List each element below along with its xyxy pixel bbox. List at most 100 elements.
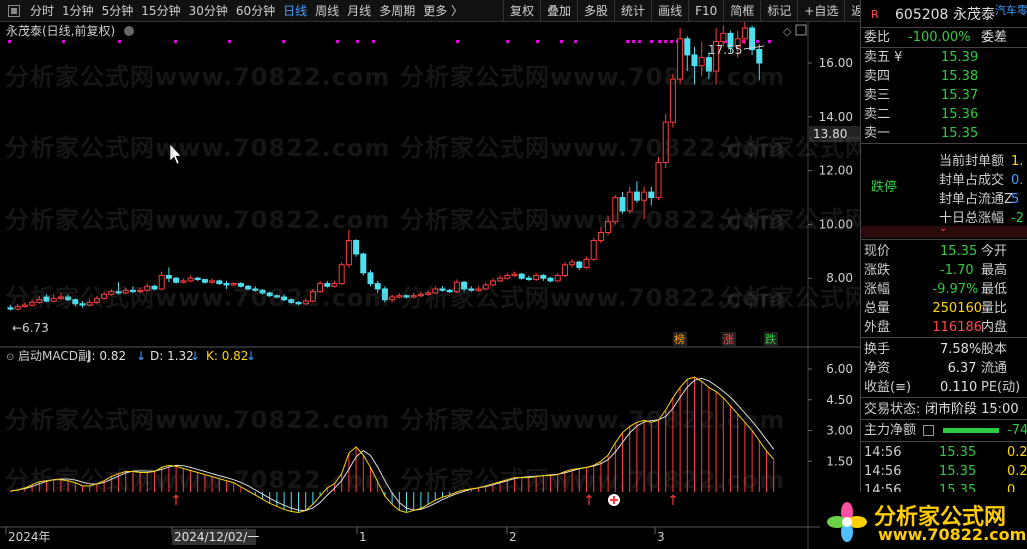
stat2-row: 净资 6.37 流通 xyxy=(861,359,1027,378)
price-axis-label: 10.00 xyxy=(819,217,853,231)
period-tab[interactable]: 1分钟 xyxy=(58,0,98,22)
candle-body xyxy=(547,277,554,282)
period-tab[interactable]: 多周期 xyxy=(375,0,419,22)
signal-dot xyxy=(638,40,641,43)
candle-body xyxy=(57,296,64,299)
tool-button[interactable]: 多股 xyxy=(577,0,614,22)
list-icon[interactable] xyxy=(923,425,934,436)
limit-info-label: 当前封单额 xyxy=(939,154,1005,169)
candle-body xyxy=(504,275,511,279)
time-axis-label: 2024年 xyxy=(8,530,51,544)
candle-body xyxy=(302,300,309,305)
stat2-label: 净资 xyxy=(864,361,891,376)
stat2-row: 收益(≡) 0.110 PE(动) xyxy=(861,378,1027,397)
candle-body xyxy=(43,296,50,302)
candle-body xyxy=(619,197,626,212)
candle-body xyxy=(180,280,187,283)
candle-body xyxy=(201,279,208,283)
time-axis-label-highlight: 2024/12/02/一 xyxy=(174,530,259,544)
ask-row: 卖一 15.35 xyxy=(861,124,1027,143)
candle-body xyxy=(115,291,122,294)
tool-button[interactable]: F10 xyxy=(688,0,723,22)
tool-button[interactable]: 标记 xyxy=(760,0,797,22)
tool-button[interactable]: +自选 xyxy=(797,0,844,22)
candle-body xyxy=(648,191,655,198)
tool-button[interactable]: 统计 xyxy=(614,0,651,22)
indicator-d-line xyxy=(10,377,775,511)
signal-dot xyxy=(768,40,771,43)
kline-chart[interactable]: 永茂泰(日线,前复权) ◇16.0014.0012.0010.008.0013.8… xyxy=(0,21,860,549)
signal-dot xyxy=(372,40,375,43)
candle-body xyxy=(489,280,496,286)
buy-signal-arrow: ↑ xyxy=(170,493,182,509)
candle-body xyxy=(266,292,273,297)
period-tab[interactable]: 分时 xyxy=(26,0,58,22)
stat-value: 15.35 xyxy=(940,244,978,259)
candle-body xyxy=(554,275,561,282)
candle-body xyxy=(93,297,100,303)
signal-dot xyxy=(174,40,177,43)
period-tab[interactable]: 60分钟 xyxy=(232,0,279,22)
candle-body xyxy=(475,288,482,291)
stat-value: -1.70 xyxy=(940,263,974,278)
ask-label: 卖一 xyxy=(864,126,891,141)
candle-body xyxy=(324,283,331,287)
indicator-axis-label: 1.50 xyxy=(826,454,853,468)
indicator-menu-icon: ⊙ xyxy=(6,352,14,363)
ask-price: 15.36 xyxy=(941,107,979,122)
signal-dot xyxy=(62,40,65,43)
period-tab[interactable]: 15分钟 xyxy=(137,0,184,22)
stat-label: 总量 xyxy=(864,301,891,316)
candle-body xyxy=(749,27,756,51)
stat-row: 涨幅 -9.97% 最低 xyxy=(861,280,1027,299)
indicator-axis-label: 3.00 xyxy=(826,424,853,438)
candle-body xyxy=(151,285,158,290)
stat2-value: 0.110 xyxy=(940,380,978,395)
candle-body xyxy=(144,285,151,291)
period-tab[interactable]: 5分钟 xyxy=(98,0,138,22)
candle-body xyxy=(374,283,381,290)
ask-row: 卖四 15.38 xyxy=(861,67,1027,86)
high-annotation: 17.55 xyxy=(708,43,742,57)
collapse-bar[interactable]: ⌄ xyxy=(861,223,1027,238)
diamond-icon: ◇ xyxy=(783,25,792,38)
chart-area[interactable]: 永茂泰(日线,前复权) ◇ 16.00 14.00 12.00 10.00 8.00 13.8… xyxy=(0,21,860,549)
period-tab[interactable]: 周线 xyxy=(311,0,343,22)
tool-button[interactable]: 叠加 xyxy=(540,0,577,22)
candle-body xyxy=(417,293,424,297)
tool-button[interactable]: 复权 xyxy=(503,0,540,22)
candle-body xyxy=(72,299,79,305)
candle-body xyxy=(633,191,640,201)
candle-body xyxy=(662,121,669,164)
tool-button[interactable]: 画线 xyxy=(651,0,688,22)
limit-info-row: 封单占成交 0. xyxy=(861,171,1027,190)
ask-price: 15.35 xyxy=(941,126,979,141)
candle-body xyxy=(101,293,108,299)
candle-body xyxy=(461,281,468,290)
candle-body xyxy=(576,261,583,268)
candle-body xyxy=(216,280,223,285)
candle-body xyxy=(669,78,676,123)
period-tab[interactable]: 30分钟 xyxy=(185,0,232,22)
period-tab[interactable]: 日线 xyxy=(279,0,311,22)
quote-panel: R 605208 永茂泰 汽车零 委比 -100.00% 委差 卖五 ¥ 15.3… xyxy=(860,0,1027,549)
main-flow-row: 主力净额 -74 xyxy=(861,421,1027,440)
candle-body xyxy=(252,288,259,291)
candle-body xyxy=(50,297,57,302)
limit-info-value: 1. xyxy=(1011,154,1024,169)
period-tab[interactable]: 月线 xyxy=(343,0,375,22)
time-axis-label: 1 xyxy=(359,530,367,544)
tool-button[interactable]: 简框 xyxy=(723,0,760,22)
candle-body xyxy=(36,299,43,303)
layout-toggle-icon[interactable] xyxy=(8,4,20,17)
chevron-down-icon[interactable]: ⌄ xyxy=(939,223,947,234)
signal-dot xyxy=(574,40,577,43)
stat2-label2: PE(动) xyxy=(981,380,1021,395)
weibi-row: 委比 -100.00% 委差 xyxy=(861,28,1027,47)
stock-name: 永茂泰 xyxy=(953,7,995,23)
period-tab[interactable]: 更多 〉 xyxy=(419,0,467,22)
candle-body xyxy=(518,273,525,279)
stat-row: 涨跌 -1.70 最高 xyxy=(861,261,1027,280)
sector-label[interactable]: 汽车零 xyxy=(995,0,1027,22)
stat2-label: 收益(≡) xyxy=(864,380,912,395)
